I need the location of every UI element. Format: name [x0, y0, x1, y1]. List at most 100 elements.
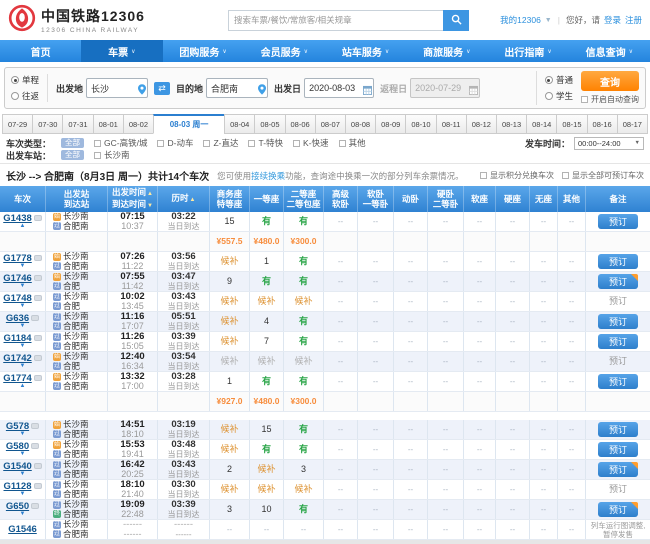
seat-availability[interactable]: 候补 — [257, 296, 275, 307]
login-link[interactable]: 登录 — [604, 14, 621, 26]
seat-availability[interactable]: 候补 — [220, 484, 238, 495]
date-tab-08-08[interactable]: 08-08 — [344, 114, 377, 134]
passenger-student-radio[interactable]: 学生 — [544, 90, 573, 102]
train-type-option[interactable]: 其他 — [338, 137, 366, 149]
site-logo[interactable]: 中国铁路12306 12306 CHINA RAILWAY — [8, 4, 198, 37]
date-tab-08-17[interactable]: 08-17 — [616, 114, 648, 134]
date-tab-08-05[interactable]: 08-05 — [254, 114, 286, 134]
expand-arrow-icon[interactable]: ▼ — [20, 451, 26, 457]
expand-arrow-icon[interactable]: ▼ — [20, 303, 26, 309]
nav-item-车票[interactable]: 车票 ∨ — [81, 40, 163, 62]
book-button[interactable]: 预订 — [598, 374, 638, 389]
seat-availability[interactable]: 候补 — [257, 464, 275, 475]
train-number-link[interactable]: G1774 — [3, 374, 32, 384]
nav-item-商旅服务[interactable]: 商旅服务 ∨ — [406, 40, 487, 62]
expand-arrow-icon[interactable]: ▼ — [20, 431, 26, 437]
nav-item-站车服务[interactable]: 站车服务 ∨ — [325, 40, 406, 62]
date-tab-08-01[interactable]: 08-01 — [92, 114, 124, 134]
query-button[interactable]: 查询 — [581, 71, 639, 91]
location-pin-icon[interactable] — [138, 82, 147, 100]
train-number-link[interactable]: G1540 — [3, 462, 32, 472]
book-button[interactable]: 预订 — [598, 422, 638, 437]
expand-arrow-icon[interactable]: ▼ — [20, 343, 26, 349]
train-type-option[interactable]: GC-高铁/城 — [94, 137, 147, 149]
book-button[interactable]: 预订 — [598, 462, 638, 477]
seat-availability[interactable]: 候补 — [294, 484, 312, 495]
seat-availability[interactable]: 候补 — [257, 484, 275, 495]
nav-item-会员服务[interactable]: 会员服务 ∨ — [244, 40, 325, 62]
train-number-link[interactable]: G1778 — [3, 254, 32, 264]
expand-arrow-icon[interactable]: ▼ — [20, 323, 26, 329]
train-number-link[interactable]: G1746 — [3, 274, 32, 284]
book-button[interactable]: 预订 — [598, 502, 638, 517]
train-number-link[interactable]: G580 — [6, 442, 29, 452]
date-tab-08-16[interactable]: 08-16 — [586, 114, 618, 134]
date-tab-08-03[interactable]: 08-03 周一 — [153, 114, 226, 134]
seat-availability[interactable]: 候补 — [220, 444, 238, 455]
date-tab-08-10[interactable]: 08-10 — [405, 114, 437, 134]
trip-type-roundtrip-radio[interactable]: 往返 — [11, 90, 39, 102]
train-number-link[interactable]: G1438 — [3, 214, 32, 224]
train-type-option[interactable]: Z-直达 — [203, 137, 238, 149]
expand-arrow-icon[interactable]: ▼ — [20, 511, 26, 517]
book-button[interactable]: 预订 — [598, 442, 638, 457]
train-number-link[interactable]: G1184 — [4, 334, 32, 344]
train-type-all-badge[interactable]: 全部 — [61, 138, 85, 148]
date-tab-08-02[interactable]: 08-02 — [122, 114, 155, 134]
collapse-arrow-icon[interactable]: ▲ — [20, 383, 26, 389]
auto-query-checkbox[interactable]: 开启自动查询 — [581, 94, 639, 105]
sort-asc-icon[interactable]: ▲ — [190, 197, 196, 203]
date-tab-07-29[interactable]: 07-29 — [2, 114, 34, 134]
book-button[interactable]: 预订 — [598, 314, 638, 329]
expand-arrow-icon[interactable]: ▼ — [20, 263, 26, 269]
expand-arrow-icon[interactable]: ▼ — [20, 363, 26, 369]
book-button[interactable]: 预订 — [598, 214, 638, 229]
date-tab-08-04[interactable]: 08-04 — [224, 114, 256, 134]
train-number-link[interactable]: G636 — [6, 314, 29, 324]
calendar-icon[interactable] — [363, 82, 373, 100]
seat-availability[interactable]: 候补 — [294, 296, 312, 307]
date-tab-07-31[interactable]: 07-31 — [62, 114, 94, 134]
date-tab-08-09[interactable]: 08-09 — [375, 114, 407, 134]
my-12306-link[interactable]: 我的12306 — [500, 14, 541, 26]
seat-availability[interactable]: 候补 — [220, 424, 238, 435]
book-button[interactable]: 预订 — [598, 334, 638, 349]
train-type-option[interactable]: T-特快 — [248, 137, 283, 149]
show-all-bookable-checkbox[interactable]: 显示全部可预订车次 — [562, 170, 644, 181]
depart-time-select[interactable]: 00:00--24:00 ▼ — [574, 136, 644, 150]
train-number-link[interactable]: G1128 — [4, 482, 32, 492]
book-button[interactable]: 预订 — [598, 254, 638, 269]
search-input[interactable] — [228, 9, 443, 31]
search-button[interactable] — [443, 9, 469, 31]
train-number-link[interactable]: G1546 — [8, 525, 37, 535]
date-tab-07-30[interactable]: 07-30 — [32, 114, 64, 134]
train-number-link[interactable]: G1748 — [3, 294, 32, 304]
date-tab-08-11[interactable]: 08-11 — [435, 114, 467, 134]
nav-item-首页[interactable]: 首页 — [0, 40, 81, 62]
passenger-normal-radio[interactable]: 普通 — [544, 74, 573, 86]
nav-item-出行指南[interactable]: 出行指南 ∨ — [488, 40, 569, 62]
date-tab-08-14[interactable]: 08-14 — [526, 114, 558, 134]
collapse-arrow-icon[interactable]: ▲ — [20, 223, 26, 229]
show-points-trains-checkbox[interactable]: 显示积分兑换车次 — [480, 170, 554, 181]
date-tab-08-06[interactable]: 08-06 — [284, 114, 316, 134]
location-pin-icon[interactable] — [258, 82, 267, 100]
train-number-link[interactable]: G650 — [6, 502, 29, 512]
train-type-option[interactable]: K-快速 — [293, 137, 329, 149]
date-tab-08-15[interactable]: 08-15 — [556, 114, 588, 134]
seat-availability[interactable]: 候补 — [220, 316, 238, 327]
date-tab-08-13[interactable]: 08-13 — [495, 114, 528, 134]
date-tab-08-07[interactable]: 08-07 — [314, 114, 346, 134]
depart-station-option[interactable]: 长沙南 — [94, 149, 130, 161]
expand-arrow-icon[interactable]: ▼ — [20, 491, 26, 497]
trip-type-oneway-radio[interactable]: 单程 — [11, 74, 39, 86]
expand-arrow-icon[interactable]: ▼ — [20, 283, 26, 289]
seat-availability[interactable]: 候补 — [220, 256, 238, 267]
train-number-link[interactable]: G1742 — [3, 354, 32, 364]
book-button[interactable]: 预订 — [598, 274, 638, 289]
nav-item-信息查询[interactable]: 信息查询 ∨ — [569, 40, 650, 62]
seat-availability[interactable]: 候补 — [220, 336, 238, 347]
train-type-option[interactable]: D-动车 — [157, 137, 193, 149]
transfer-link[interactable]: 接续换乘 — [251, 171, 285, 181]
seat-availability[interactable]: 候补 — [220, 296, 238, 307]
